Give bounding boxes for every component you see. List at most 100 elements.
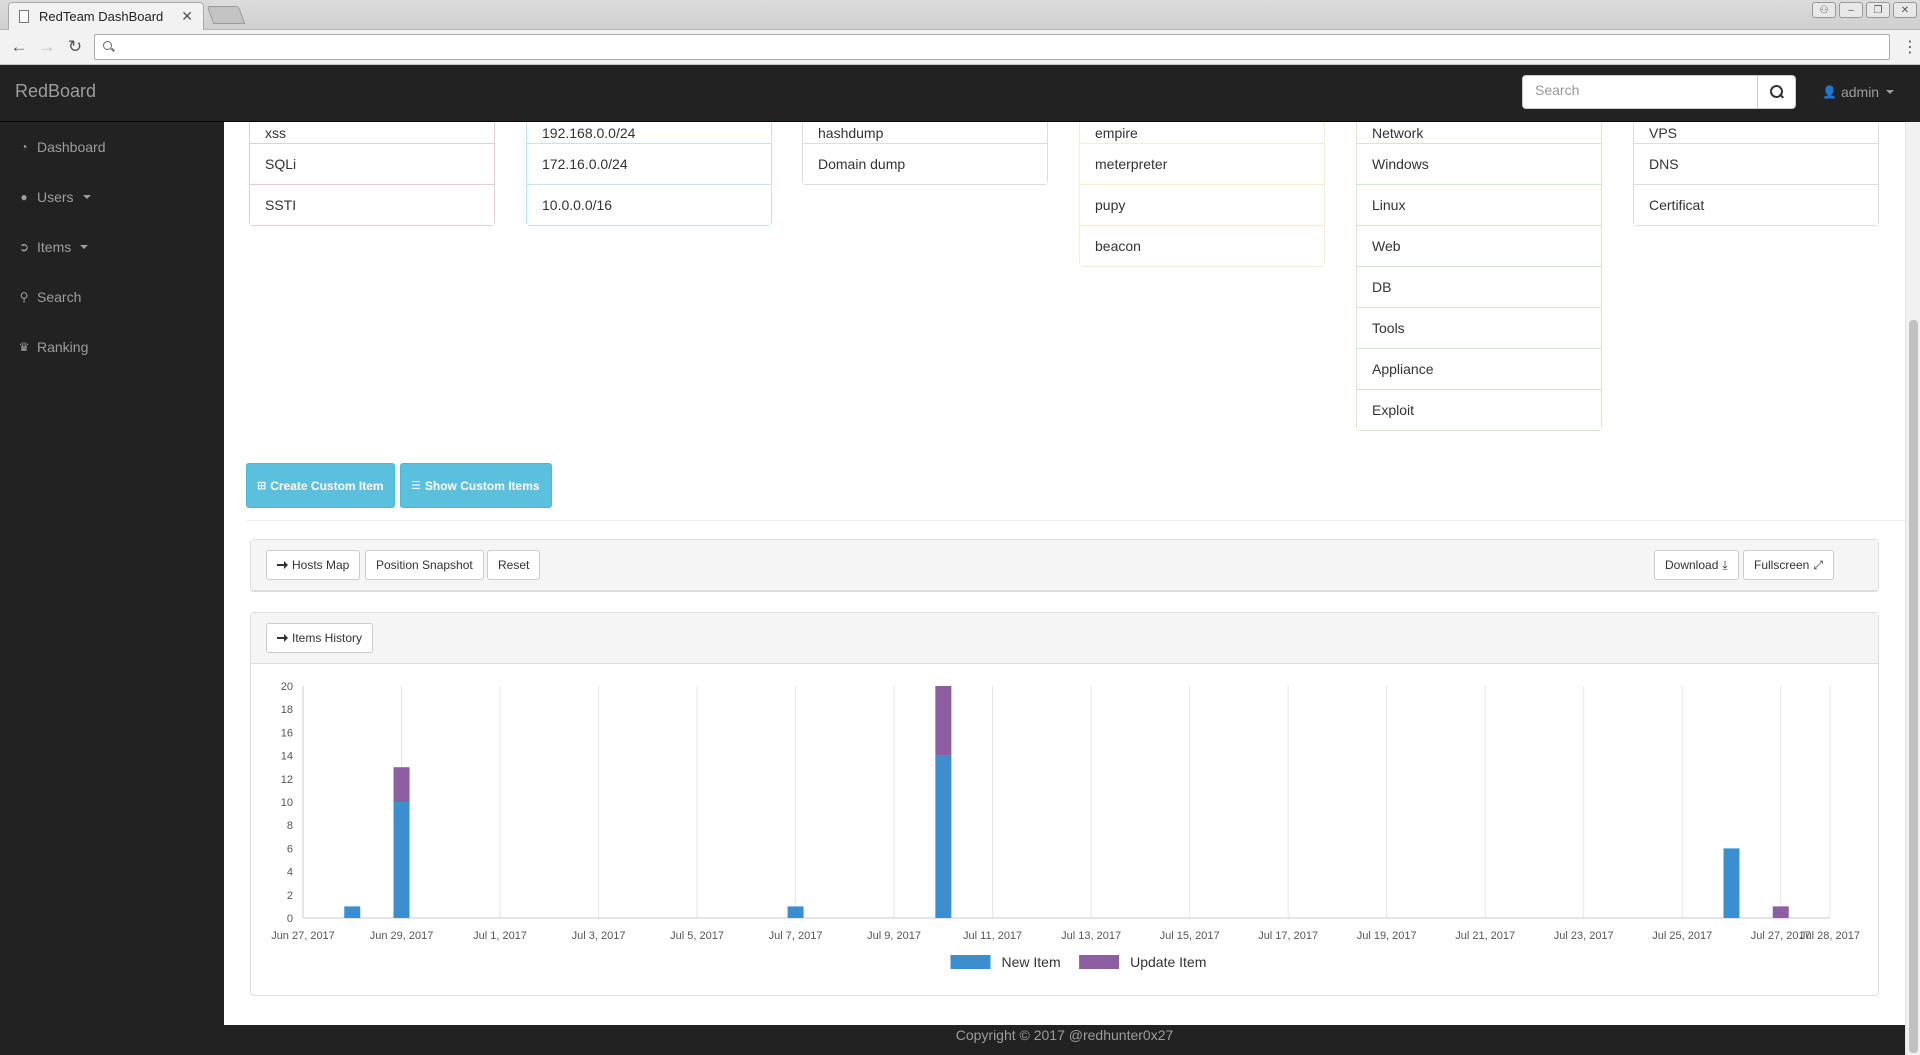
user-menu[interactable]: 👤 admin bbox=[1822, 84, 1895, 100]
sidebar-item-items[interactable]: ➲ Items bbox=[0, 222, 224, 272]
x-tick-label: Jul 5, 2017 bbox=[670, 930, 724, 942]
navbar-search: Search bbox=[1522, 75, 1796, 109]
list-item[interactable]: Linux bbox=[1356, 185, 1602, 226]
reset-button[interactable]: Reset bbox=[487, 550, 541, 580]
sidebar-item-label: Dashboard bbox=[37, 139, 106, 155]
bar bbox=[344, 906, 361, 918]
y-tick-label: 10 bbox=[281, 797, 293, 809]
main-content: xss SQLi SSTI 192.168.0.0/24 172.16.0.0/… bbox=[224, 122, 1905, 1025]
list-item[interactable]: Certificat bbox=[1633, 185, 1879, 226]
bar bbox=[393, 767, 410, 802]
page-icon bbox=[19, 10, 29, 23]
sidebar-item-label: Items bbox=[37, 239, 72, 255]
y-tick-label: 6 bbox=[287, 843, 293, 855]
close-window-icon[interactable]: ✕ bbox=[1893, 2, 1917, 18]
back-icon[interactable]: ← bbox=[8, 37, 30, 57]
list-item[interactable]: beacon bbox=[1079, 226, 1325, 267]
close-icon[interactable]: ✕ bbox=[181, 8, 193, 25]
x-tick-label: Jul 1, 2017 bbox=[473, 930, 527, 942]
show-custom-items-button[interactable]: ☰ Show Custom Items bbox=[400, 463, 552, 508]
legend-swatch bbox=[950, 955, 991, 969]
browser-menu-icon[interactable]: ⋮ bbox=[1902, 37, 1918, 57]
list-item[interactable]: DB bbox=[1356, 267, 1602, 308]
hosts-map-button[interactable]: Hosts Map bbox=[266, 550, 361, 580]
bar bbox=[935, 686, 952, 756]
x-tick-label: Jul 11, 2017 bbox=[963, 930, 1022, 942]
sidebar-item-label: Search bbox=[37, 289, 82, 305]
reload-icon[interactable]: ↻ bbox=[64, 37, 86, 57]
position-snapshot-button[interactable]: Position Snapshot bbox=[365, 550, 484, 580]
button-label: Download bbox=[1665, 558, 1719, 572]
list-item[interactable]: Tools bbox=[1356, 308, 1602, 349]
new-tab-button[interactable] bbox=[206, 6, 246, 24]
browser-tab[interactable]: RedTeam DashBoard ✕ bbox=[8, 2, 204, 30]
brand-logo[interactable]: RedBoard bbox=[15, 81, 96, 102]
x-tick-label: Jul 28, 2017 bbox=[1800, 930, 1860, 942]
list-item[interactable]: hashdump bbox=[802, 122, 1048, 144]
footer: Copyright © 2017 @redhunter0x27 bbox=[224, 1025, 1905, 1055]
list-item[interactable]: 10.0.0.0/16 bbox=[526, 185, 772, 226]
app-navbar: RedBoard Search 👤 admin bbox=[0, 65, 1905, 122]
list-item[interactable]: SQLi bbox=[249, 144, 495, 185]
list-item[interactable]: DNS bbox=[1633, 144, 1879, 185]
y-tick-label: 2 bbox=[287, 890, 293, 902]
list-item[interactable]: Appliance bbox=[1356, 349, 1602, 390]
bar bbox=[1723, 848, 1740, 918]
list-item[interactable]: SSTI bbox=[249, 185, 495, 226]
button-label: Position Snapshot bbox=[376, 558, 473, 572]
search-button[interactable] bbox=[1758, 75, 1796, 109]
items-history-panel: Items History Jun 27, 2017 Jun 29, 2017 Ju… bbox=[250, 612, 1879, 996]
arrow-right-icon bbox=[277, 561, 288, 569]
list-item[interactable]: pupy bbox=[1079, 185, 1325, 226]
sidebar-item-dashboard[interactable]: ◔ Dashboard bbox=[0, 122, 224, 172]
download-button[interactable]: Download ⤓ bbox=[1654, 550, 1739, 580]
bar bbox=[393, 802, 410, 918]
list-icon: ☰ bbox=[411, 480, 421, 492]
sidebar-item-search[interactable]: ⚲ Search bbox=[0, 272, 224, 322]
scrollbar-thumb[interactable] bbox=[1909, 320, 1918, 1053]
forward-icon[interactable]: → bbox=[36, 37, 58, 57]
fullscreen-button[interactable]: Fullscreen ⤢ bbox=[1743, 550, 1834, 580]
bar bbox=[787, 906, 804, 918]
search-icon: ⚲ bbox=[19, 290, 29, 304]
download-icon: ⤓ bbox=[1722, 557, 1728, 572]
circle-arrow-icon: ➲ bbox=[18, 240, 30, 254]
address-bar[interactable] bbox=[94, 34, 1890, 60]
page-scrollbar[interactable] bbox=[1905, 122, 1920, 1055]
button-label: Hosts Map bbox=[292, 558, 350, 572]
sidebar-item-ranking[interactable]: ♛ Ranking bbox=[0, 322, 224, 372]
list-item[interactable]: Domain dump bbox=[802, 144, 1048, 185]
items-history-button[interactable]: Items History bbox=[266, 623, 374, 653]
create-custom-item-button[interactable]: ⊞ Create Custom Item bbox=[246, 463, 395, 508]
divider bbox=[246, 520, 1905, 521]
restore-icon[interactable]: ❐ bbox=[1866, 2, 1890, 18]
list-group-infra: VPS DNS Certificat bbox=[1633, 122, 1879, 226]
x-tick-label: Jul 15, 2017 bbox=[1160, 930, 1220, 942]
list-item[interactable]: meterpreter bbox=[1079, 144, 1325, 185]
y-tick-label: 14 bbox=[281, 751, 293, 763]
x-tick-label: Jul 23, 2017 bbox=[1554, 930, 1614, 942]
profile-icon[interactable]: ⚇ bbox=[1812, 2, 1836, 18]
list-item[interactable]: VPS bbox=[1633, 122, 1879, 144]
x-tick-label: Jul 21, 2017 bbox=[1455, 930, 1515, 942]
list-item[interactable]: Windows bbox=[1356, 144, 1602, 185]
button-label: Reset bbox=[498, 558, 530, 572]
bar bbox=[935, 755, 952, 918]
x-tick-label: Jul 3, 2017 bbox=[572, 930, 626, 942]
caret-down-icon bbox=[80, 245, 89, 249]
list-item[interactable]: Web bbox=[1356, 226, 1602, 267]
x-tick-label: Jul 9, 2017 bbox=[867, 930, 921, 942]
list-group-networks: 192.168.0.0/24 172.16.0.0/24 10.0.0.0/16 bbox=[526, 122, 772, 226]
search-input[interactable]: Search bbox=[1522, 75, 1758, 109]
list-item[interactable]: 172.16.0.0/24 bbox=[526, 144, 772, 185]
list-item[interactable]: 192.168.0.0/24 bbox=[526, 122, 772, 144]
list-item[interactable]: xss bbox=[249, 122, 495, 144]
list-item[interactable]: Exploit bbox=[1356, 390, 1602, 431]
caret-down-icon bbox=[82, 195, 91, 199]
list-group-vulns: xss SQLi SSTI bbox=[249, 122, 495, 226]
list-item[interactable]: Network bbox=[1356, 122, 1602, 144]
trophy-icon: ♛ bbox=[18, 340, 30, 354]
list-item[interactable]: empire bbox=[1079, 122, 1325, 144]
minimize-icon[interactable]: – bbox=[1839, 2, 1863, 18]
sidebar-item-users[interactable]: ● Users bbox=[0, 172, 224, 222]
